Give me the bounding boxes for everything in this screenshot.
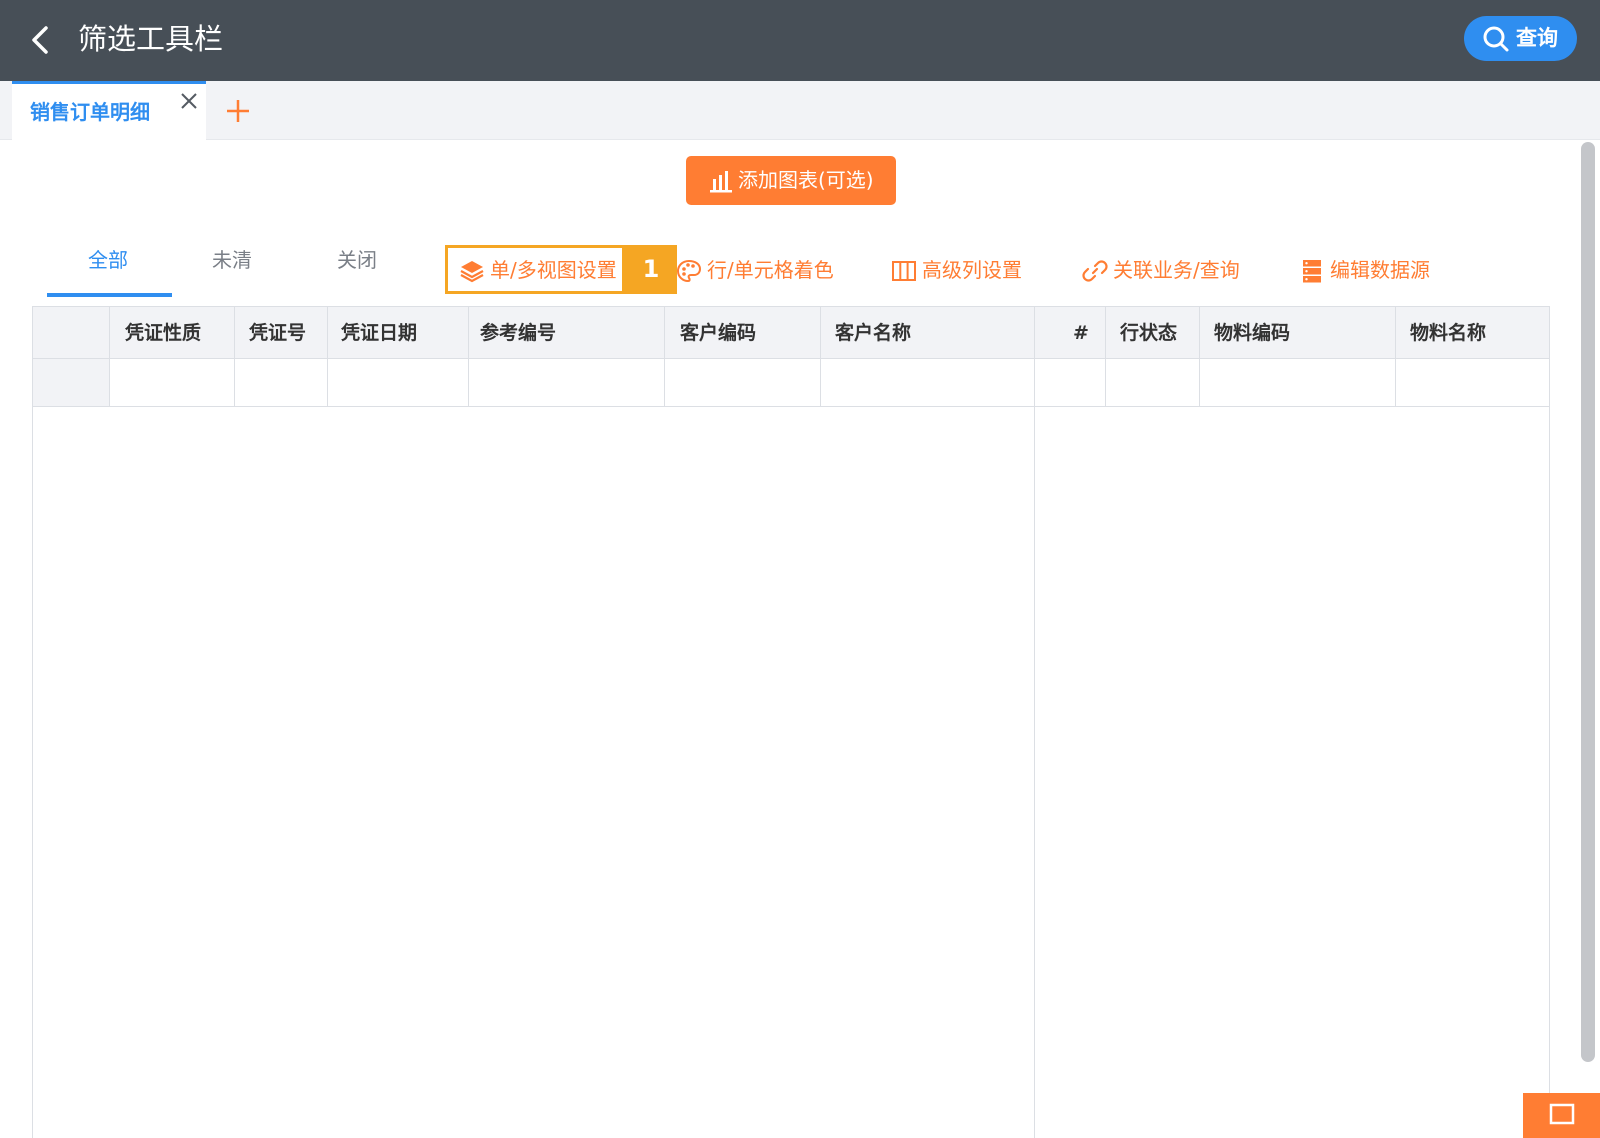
- column-divider: [1034, 307, 1035, 407]
- column-divider: [327, 307, 328, 407]
- column-header[interactable]: 行状态: [1120, 319, 1177, 347]
- grid-header-row: 凭证性质 凭证号 凭证日期 参考编号 客户编码 客户名称 # 行状态 物料编码 …: [33, 307, 1549, 359]
- column-header[interactable]: 物料名称: [1410, 319, 1486, 347]
- row-cell-coloring-button[interactable]: 行/单元格着色: [676, 255, 846, 285]
- maximize-button[interactable]: [1523, 1093, 1600, 1138]
- back-button[interactable]: [26, 22, 58, 58]
- link-icon: [1082, 260, 1108, 282]
- active-tab-underline: [47, 293, 172, 297]
- frozen-column-split: [1034, 407, 1035, 1138]
- column-header[interactable]: #: [1073, 319, 1089, 347]
- filter-tab-closed[interactable]: 关闭: [337, 246, 377, 274]
- edit-data-source-button[interactable]: 编辑数据源: [1299, 255, 1439, 285]
- column-divider: [1105, 307, 1106, 407]
- column-divider: [664, 307, 665, 407]
- close-icon[interactable]: [178, 90, 200, 112]
- column-header[interactable]: 参考编号: [480, 319, 556, 347]
- palette-icon: [676, 259, 702, 283]
- edit-data-source-label: 编辑数据源: [1330, 258, 1430, 282]
- column-divider: [109, 307, 110, 407]
- bar-chart-icon: [710, 171, 732, 193]
- column-header[interactable]: 凭证号: [249, 319, 306, 347]
- column-header[interactable]: 客户编码: [680, 319, 756, 347]
- column-divider: [468, 307, 469, 407]
- vertical-scrollbar[interactable]: [1581, 142, 1595, 1062]
- step-badge: 1: [625, 245, 677, 294]
- column-divider: [820, 307, 821, 407]
- layers-icon: [460, 261, 484, 283]
- window-icon: [1549, 1103, 1575, 1125]
- grid-filter-row[interactable]: [33, 359, 1549, 407]
- tab-label: 销售订单明细: [30, 100, 150, 124]
- view-settings-button[interactable]: 单/多视图设置: [459, 255, 624, 285]
- query-button[interactable]: 查询: [1464, 16, 1577, 61]
- data-grid: 凭证性质 凭证号 凭证日期 参考编号 客户编码 客户名称 # 行状态 物料编码 …: [32, 306, 1550, 1138]
- column-header[interactable]: 凭证性质: [125, 319, 201, 347]
- column-header[interactable]: 物料编码: [1214, 319, 1290, 347]
- search-icon: [1483, 26, 1509, 52]
- view-settings-label: 单/多视图设置: [490, 258, 617, 282]
- related-business-query-label: 关联业务/查询: [1113, 258, 1240, 282]
- related-business-query-button[interactable]: 关联业务/查询: [1082, 255, 1252, 285]
- document-tab-strip: 销售订单明细: [0, 81, 1600, 140]
- filter-tab-open[interactable]: 未清: [212, 246, 252, 274]
- add-tab-icon[interactable]: [222, 95, 254, 127]
- column-divider: [1395, 307, 1396, 407]
- database-icon: [1303, 260, 1321, 283]
- advanced-column-settings-label: 高级列设置: [922, 258, 1022, 282]
- page-title: 筛选工具栏: [78, 22, 224, 56]
- filter-tab-all[interactable]: 全部: [88, 246, 128, 274]
- chevron-left-icon: [32, 26, 48, 54]
- column-header[interactable]: 凭证日期: [341, 319, 417, 347]
- tab-sales-order-detail[interactable]: 销售订单明细: [12, 81, 206, 140]
- columns-icon: [892, 261, 916, 281]
- add-chart-label: 添加图表(可选): [738, 168, 874, 192]
- advanced-column-settings-button[interactable]: 高级列设置: [891, 255, 1031, 285]
- add-chart-button[interactable]: 添加图表(可选): [686, 156, 896, 205]
- app-header: 筛选工具栏 查询: [0, 0, 1600, 81]
- row-cell-coloring-label: 行/单元格着色: [707, 258, 834, 282]
- column-header[interactable]: 客户名称: [835, 319, 911, 347]
- column-divider: [234, 307, 235, 407]
- column-divider: [1199, 307, 1200, 407]
- query-button-label: 查询: [1516, 26, 1558, 50]
